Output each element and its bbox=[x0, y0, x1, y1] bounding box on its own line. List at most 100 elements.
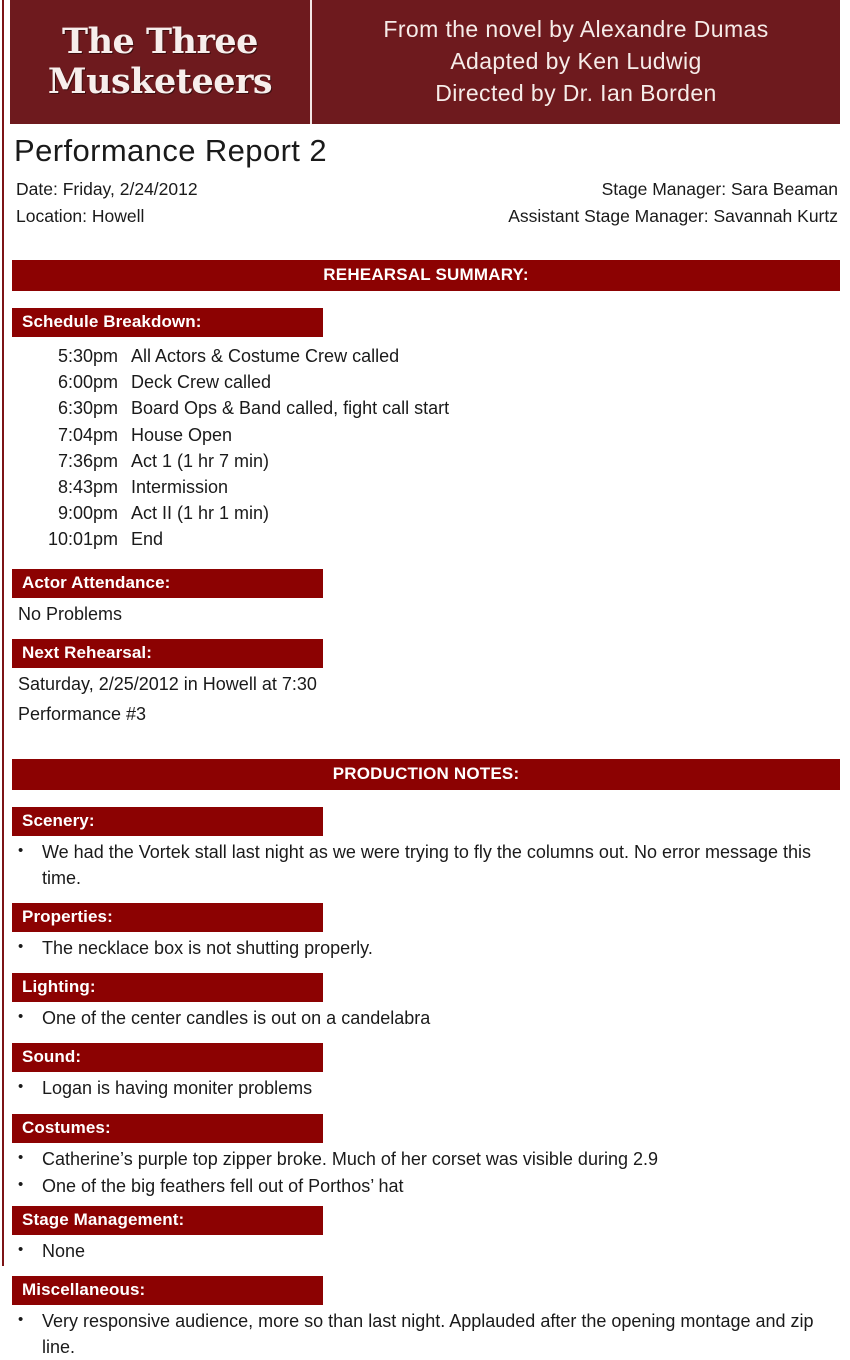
credit-line-director: Directed by Dr. Ian Borden bbox=[435, 79, 717, 106]
show-title-line-2: Musketeers bbox=[47, 61, 273, 102]
page-left-border-rule bbox=[2, 0, 4, 1266]
show-title-panel: The Three Musketeers bbox=[10, 0, 310, 124]
next-rehearsal-performance-number: Performance #3 bbox=[18, 704, 147, 725]
subsection-heading-schedule-breakdown: Schedule Breakdown: bbox=[12, 308, 323, 338]
masthead-banner: The Three Musketeers From the novel by A… bbox=[10, 0, 840, 124]
list-item: • Very responsive audience, more so than… bbox=[18, 1308, 840, 1360]
spacer-after-production-notes-bar bbox=[0, 790, 850, 807]
subsection-heading-stage-management: Stage Management: bbox=[12, 1205, 323, 1235]
sound-note-list: • Logan is having moniter problems bbox=[18, 1075, 840, 1101]
subsection-heading-lighting: Lighting: bbox=[12, 973, 323, 1003]
report-meta-row: Date: Friday, 2/24/2012 Location: Howell… bbox=[16, 176, 838, 229]
subsection-heading-next-rehearsal: Next Rehearsal: bbox=[12, 639, 323, 669]
subsection-heading-costumes: Costumes: bbox=[12, 1113, 323, 1143]
spacer-before-sound bbox=[0, 1032, 850, 1043]
schedule-description: House Open bbox=[131, 424, 233, 445]
schedule-description: Act 1 (1 hr 7 min) bbox=[131, 450, 270, 471]
bullet-icon: • bbox=[18, 842, 24, 860]
list-item: • The necklace box is not shutting prope… bbox=[18, 935, 840, 961]
bullet-icon: • bbox=[18, 1310, 24, 1328]
schedule-time: 6:30pm bbox=[57, 398, 118, 419]
table-row: 6:00pm Deck Crew called bbox=[0, 369, 449, 395]
spacer-before-production-notes bbox=[0, 728, 850, 759]
credits-panel: From the novel by Alexandre Dumas Adapte… bbox=[312, 0, 840, 124]
table-row: 5:30pm All Actors & Costume Crew called bbox=[0, 343, 449, 369]
list-item: • None bbox=[18, 1238, 840, 1264]
spacer-before-next-rehearsal bbox=[0, 628, 850, 639]
page-title: Performance Report 2 bbox=[14, 133, 327, 168]
table-row: 6:30pm Board Ops & Band called, fight ca… bbox=[0, 395, 449, 421]
actor-attendance-text: No Problems bbox=[18, 604, 123, 625]
list-item-text: One of the center candles is out on a ca… bbox=[42, 1008, 431, 1029]
schedule-time: 9:00pm bbox=[57, 502, 118, 523]
section-heading-production-notes: PRODUCTION NOTES: bbox=[12, 759, 840, 791]
next-rehearsal-datetime: Saturday, 2/25/2012 in Howell at 7:30 bbox=[18, 674, 317, 695]
bullet-icon: • bbox=[18, 1240, 24, 1258]
list-item: • One of the big feathers fell out of Po… bbox=[18, 1173, 840, 1199]
lighting-note-list: • One of the center candles is out on a … bbox=[18, 1005, 840, 1031]
list-item: • Logan is having moniter problems bbox=[18, 1075, 840, 1101]
list-item: • One of the center candles is out on a … bbox=[18, 1005, 840, 1031]
list-item-text: Very responsive audience, more so than l… bbox=[42, 1310, 814, 1357]
credit-line-adaptation: Adapted by Ken Ludwig bbox=[450, 48, 702, 75]
spacer-before-lighting bbox=[0, 962, 850, 973]
meta-stage-manager: Stage Manager: Sara Beaman bbox=[601, 179, 838, 200]
spacer-before-miscellaneous bbox=[0, 1265, 850, 1276]
schedule-time: 5:30pm bbox=[57, 346, 118, 367]
schedule-time: 7:04pm bbox=[57, 424, 118, 445]
list-item-text: We had the Vortek stall last night as we… bbox=[42, 842, 812, 889]
schedule-description: All Actors & Costume Crew called bbox=[131, 346, 400, 367]
spacer-before-costumes bbox=[0, 1103, 850, 1114]
costumes-note-list: • Catherine’s purple top zipper broke. M… bbox=[18, 1146, 840, 1199]
properties-note-list: • The necklace box is not shutting prope… bbox=[18, 935, 840, 961]
schedule-description: Act II (1 hr 1 min) bbox=[131, 502, 270, 523]
list-item-text: One of the big feathers fell out of Port… bbox=[42, 1175, 404, 1196]
schedule-table-body: 5:30pm All Actors & Costume Crew called … bbox=[0, 343, 449, 552]
report-meta-left: Date: Friday, 2/24/2012 Location: Howell bbox=[16, 176, 198, 229]
bullet-icon: • bbox=[18, 1008, 24, 1026]
schedule-description: End bbox=[131, 528, 164, 549]
subsection-heading-properties: Properties: bbox=[12, 903, 323, 933]
schedule-time: 7:36pm bbox=[57, 450, 118, 471]
bullet-icon: • bbox=[18, 938, 24, 956]
miscellaneous-note-list: • Very responsive audience, more so than… bbox=[18, 1308, 840, 1360]
section-heading-rehearsal-summary: REHEARSAL SUMMARY: bbox=[12, 260, 840, 292]
credit-line-novel: From the novel by Alexandre Dumas bbox=[383, 16, 769, 43]
schedule-description: Deck Crew called bbox=[131, 372, 272, 393]
meta-location: Location: Howell bbox=[16, 205, 145, 226]
list-item-text: The necklace box is not shutting properl… bbox=[42, 938, 373, 959]
bullet-icon: • bbox=[18, 1175, 24, 1193]
performance-report-page: The Three Musketeers From the novel by A… bbox=[0, 0, 850, 1357]
bullet-icon: • bbox=[18, 1078, 24, 1096]
schedule-time: 6:00pm bbox=[57, 372, 118, 393]
schedule-description: Board Ops & Band called, fight call star… bbox=[131, 398, 450, 419]
meta-date: Date: Friday, 2/24/2012 bbox=[16, 179, 198, 200]
list-item-text: Catherine’s purple top zipper broke. Muc… bbox=[42, 1148, 658, 1169]
subsection-heading-actor-attendance: Actor Attendance: bbox=[12, 569, 323, 599]
schedule-time: 8:43pm bbox=[57, 476, 118, 497]
table-row: 8:43pm Intermission bbox=[0, 474, 449, 500]
subsection-heading-miscellaneous: Miscellaneous: bbox=[12, 1275, 323, 1305]
list-item: • Catherine’s purple top zipper broke. M… bbox=[18, 1146, 840, 1172]
show-title-line-1: The Three bbox=[62, 20, 258, 62]
list-item: • We had the Vortek stall last night as … bbox=[18, 839, 840, 891]
schedule-table: 5:30pm All Actors & Costume Crew called … bbox=[0, 343, 449, 552]
show-title: The Three Musketeers bbox=[47, 20, 273, 103]
subsection-heading-scenery: Scenery: bbox=[12, 807, 323, 837]
table-row: 7:04pm House Open bbox=[0, 422, 449, 448]
list-item-text: None bbox=[42, 1240, 86, 1261]
scenery-note-list: • We had the Vortek stall last night as … bbox=[18, 839, 840, 891]
bullet-icon: • bbox=[18, 1148, 24, 1166]
schedule-time: 10:01pm bbox=[47, 528, 118, 549]
stage-management-note-list: • None bbox=[18, 1238, 840, 1264]
table-row: 10:01pm End bbox=[0, 526, 449, 552]
spacer-before-actor-attendance bbox=[0, 552, 850, 569]
meta-assistant-stage-manager: Assistant Stage Manager: Savannah Kurtz bbox=[508, 205, 838, 226]
spacer-after-rehearsal-summary-bar bbox=[0, 291, 850, 308]
spacer-before-properties bbox=[0, 892, 850, 903]
table-row: 7:36pm Act 1 (1 hr 7 min) bbox=[0, 448, 449, 474]
list-item-text: Logan is having moniter problems bbox=[42, 1078, 313, 1099]
subsection-heading-sound: Sound: bbox=[12, 1043, 323, 1073]
spacer-before-rehearsal-summary bbox=[0, 229, 850, 260]
table-row: 9:00pm Act II (1 hr 1 min) bbox=[0, 500, 449, 526]
